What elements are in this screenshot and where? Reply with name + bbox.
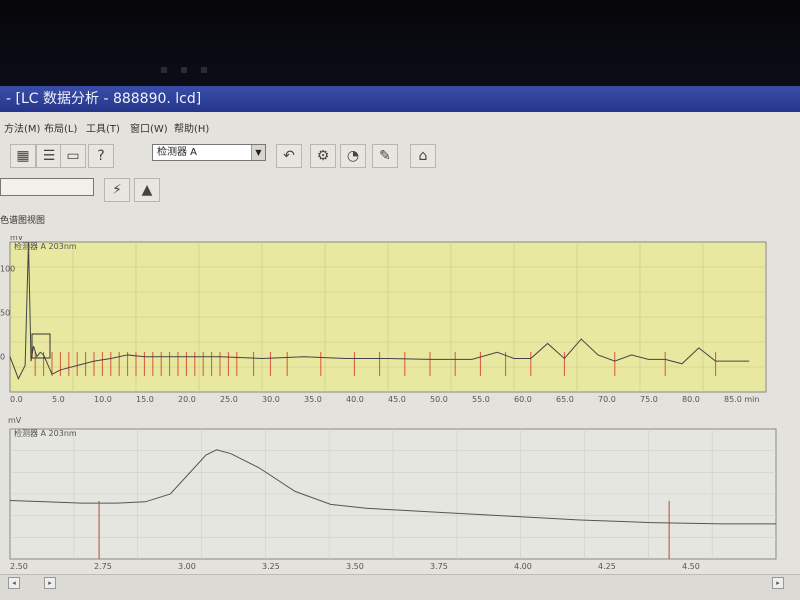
toolbar: ▦ ☰ ▭ ? ↶ ⚙ ◔ ✎ ⌂ ⚡ ▲ <box>0 140 800 202</box>
x-tick-label: 2.50 <box>10 562 28 571</box>
chevron-down-icon[interactable]: ▼ <box>251 145 265 160</box>
x-tick-label: 3.75 <box>430 562 448 571</box>
help-button[interactable]: ? <box>88 144 114 168</box>
x-tick-label: 20.0 <box>178 395 196 404</box>
x-tick-label: 40.0 <box>346 395 364 404</box>
menu-layout[interactable]: 布局(L) <box>44 120 77 135</box>
menu-window[interactable]: 窗口(W) <box>130 120 168 135</box>
method-textbox[interactable] <box>0 178 94 196</box>
bezel-decoration: ▪ ▪ ▪ <box>160 62 213 76</box>
y-tick-label: 0 <box>0 353 5 362</box>
integration-param-icon[interactable]: ▲ <box>134 178 160 202</box>
x-tick-label: 2.75 <box>94 562 112 571</box>
bottom-scroll-bar: ◂ ▸ ▸ <box>0 574 800 600</box>
x-tick-label: 70.0 <box>598 395 616 404</box>
x-tick-label: 85.0 min <box>724 395 759 404</box>
monitor-bezel: ▪ ▪ ▪ <box>0 0 800 86</box>
scroll-right-icon[interactable]: ▸ <box>44 577 56 589</box>
layout-grid-icon[interactable]: ▦ <box>10 144 36 168</box>
x-tick-label: 50.0 <box>430 395 448 404</box>
app-window: - [LC 数据分析 - 888890. lcd] 方法(M) 布局(L) 工具… <box>0 86 800 600</box>
x-tick-label: 25.0 <box>220 395 238 404</box>
x-tick-label: 0.0 <box>10 395 23 404</box>
window-title: - [LC 数据分析 - 888890. lcd] <box>0 86 800 112</box>
chart1-ylabel: mV <box>10 236 24 242</box>
edit-icon[interactable]: ✎ <box>372 144 398 168</box>
x-tick-label: 3.25 <box>262 562 280 571</box>
x-tick-label: 4.25 <box>598 562 616 571</box>
menu-help[interactable]: 帮助(H) <box>174 120 209 135</box>
settings-icon[interactable]: ⌂ <box>410 144 436 168</box>
x-tick-label: 10.0 <box>94 395 112 404</box>
layout-rows-icon[interactable]: ☰ <box>36 144 62 168</box>
x-tick-label: 75.0 <box>640 395 658 404</box>
y-tick-label: 50 <box>0 309 10 318</box>
menu-method[interactable]: 方法(M) <box>4 120 40 135</box>
x-tick-label: 3.50 <box>346 562 364 571</box>
chart2-ylabel: mV <box>8 416 22 425</box>
scroll-end-icon[interactable]: ▸ <box>772 577 784 589</box>
integration-icon[interactable]: ⚡ <box>104 178 130 202</box>
undo-icon[interactable]: ↶ <box>276 144 302 168</box>
detector-select[interactable]: 检测器 A ▼ <box>152 144 266 161</box>
x-tick-label: 35.0 <box>304 395 322 404</box>
detector-select-value: 检测器 A <box>157 147 198 158</box>
x-tick-label: 65.0 <box>556 395 574 404</box>
x-tick-label: 55.0 <box>472 395 490 404</box>
chart2-title: 检测器 A 203nm <box>14 428 77 438</box>
x-tick-label: 4.50 <box>682 562 700 571</box>
y-tick-label: 100 <box>0 264 15 273</box>
panel-title: 色谱图视图 <box>0 216 46 226</box>
x-tick-label: 15.0 <box>136 395 154 404</box>
chromatogram-zoom: 检测器 A 203nm mV 2.50 2.75 3.00 3.25 3.50 3.75 4… <box>0 411 790 571</box>
x-tick-label: 60.0 <box>514 395 532 404</box>
monitor-icon[interactable]: ▭ <box>60 144 86 168</box>
x-tick-label: 4.00 <box>514 562 532 571</box>
menu-bar: 方法(M) 布局(L) 工具(T) 窗口(W) 帮助(H) <box>0 116 800 136</box>
x-tick-label: 80.0 <box>682 395 700 404</box>
x-tick-label: 5.0 <box>52 395 65 404</box>
x-tick-label: 45.0 <box>388 395 406 404</box>
calibration-icon[interactable]: ◔ <box>340 144 366 168</box>
chart1-title: 检测器 A 203nm <box>14 241 77 251</box>
chromatogram-full: 检测器 A 203nm mV 0.0 5.0 10.0 15.0 20.0 25.0 30.… <box>0 236 790 406</box>
menu-tools[interactable]: 工具(T) <box>86 120 120 135</box>
x-tick-label: 30.0 <box>262 395 280 404</box>
x-tick-label: 3.00 <box>178 562 196 571</box>
scroll-left-icon[interactable]: ◂ <box>8 577 20 589</box>
peak-table-icon[interactable]: ⚙ <box>310 144 336 168</box>
